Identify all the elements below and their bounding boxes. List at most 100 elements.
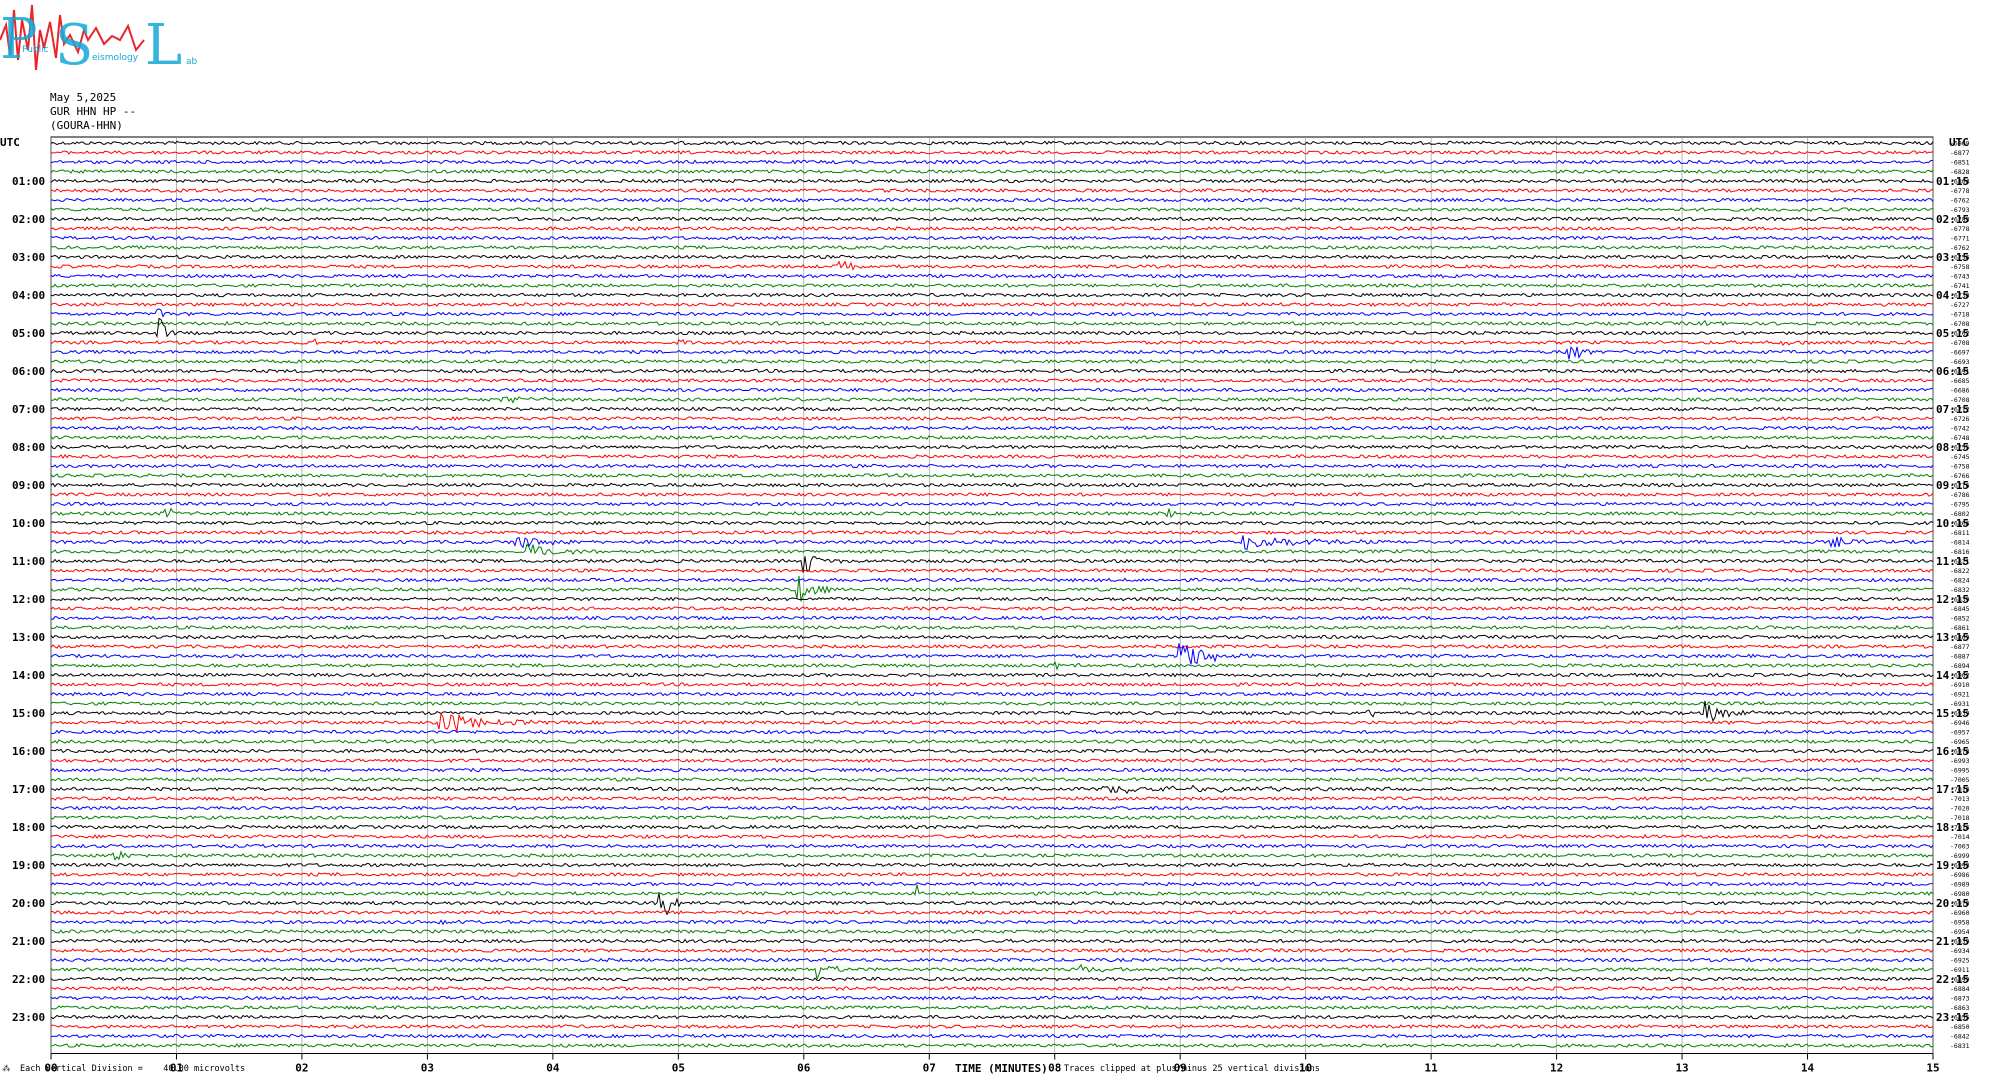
trace-offset-label: -6873 <box>1950 995 1970 1003</box>
trace-offset-label: -6909 <box>1950 140 1970 148</box>
trace-line <box>50 435 1934 440</box>
trace-offset-label: -6993 <box>1950 757 1970 765</box>
trace-offset-label: -7013 <box>1950 795 1970 803</box>
x-tick-label: 13 <box>1675 1062 1688 1075</box>
trace-line <box>50 872 1934 877</box>
trace-line <box>50 159 1934 165</box>
right-hour-label: 07:15 <box>1936 403 1969 416</box>
trace-line <box>50 535 1934 551</box>
trace-offset-label: -6762 <box>1950 197 1970 205</box>
left-hour-label: 19:00 <box>12 859 45 872</box>
trace-line <box>50 1033 1934 1039</box>
trace-line <box>50 140 1934 146</box>
trace-offset-label: -6989 <box>1950 881 1970 889</box>
left-hour-label: 15:00 <box>12 707 45 720</box>
trace-line <box>50 444 1934 450</box>
trace-offset-label: -6822 <box>1950 567 1970 575</box>
trace-offset-label: -6686 <box>1950 387 1970 395</box>
trace-line <box>50 758 1934 764</box>
trace-line <box>50 881 1934 887</box>
trace-line <box>50 805 1934 811</box>
trace-offset-label: -6960 <box>1950 909 1970 917</box>
trace-line <box>50 260 1934 271</box>
trace-line <box>50 368 1934 374</box>
x-tick-label: 12 <box>1550 1062 1563 1075</box>
trace-line <box>50 425 1934 431</box>
trace-line <box>50 691 1934 697</box>
trace-line <box>50 292 1934 298</box>
trace-offset-label: -6995 <box>1950 767 1970 775</box>
axis-labels: 00 01 02 03 04 05 06 07 08 09 10 11 12 13 14 15-6909-68… <box>12 140 1970 1075</box>
trace-offset-label: -7020 <box>1950 805 1970 813</box>
trace-line <box>50 929 1934 934</box>
left-hour-label: 03:00 <box>12 251 45 264</box>
right-hour-label: 12:15 <box>1936 593 1969 606</box>
trace-offset-label: -6925 <box>1950 957 1970 965</box>
trace-line <box>51 729 1934 735</box>
trace-line <box>50 957 1934 963</box>
left-hour-label: 11:00 <box>12 555 45 568</box>
x-tick-label: 02 <box>295 1062 308 1075</box>
trace-offset-label: -6851 <box>1950 159 1970 167</box>
helicorder-plot: 00 01 02 03 04 05 06 07 08 09 10 11 12 13 14 15-6909-68… <box>12 136 1970 1075</box>
trace-offset-label: -6726 <box>1950 415 1970 423</box>
trace-line <box>50 302 1934 307</box>
left-hour-label: 02:00 <box>12 213 45 226</box>
left-hour-label: 08:00 <box>12 441 45 454</box>
trace-line <box>50 319 1934 327</box>
right-hour-label: 03:15 <box>1936 251 1969 264</box>
trace-line <box>50 862 1934 868</box>
trace-offset-label: -6708 <box>1950 339 1970 347</box>
trace-offset-label: -6824 <box>1950 577 1970 585</box>
x-tick-label: 14 <box>1801 1062 1815 1075</box>
x-tick-label: 05 <box>672 1062 685 1075</box>
x-tick-label: 03 <box>421 1062 434 1075</box>
trace-line <box>50 359 1934 364</box>
right-hour-label: 23:15 <box>1936 1011 1969 1024</box>
trace-line <box>50 387 1934 393</box>
trace-line <box>50 986 1934 991</box>
trace-line <box>50 919 1934 926</box>
trace-line <box>50 226 1934 231</box>
trace-offset-label: -6831 <box>1950 1042 1970 1050</box>
trace-line <box>50 543 1934 556</box>
trace-line <box>50 235 1934 241</box>
trace-line <box>50 378 1934 384</box>
trace-offset-label: -6850 <box>1950 1023 1970 1031</box>
plot-frame <box>50 136 1934 1054</box>
left-hour-label: 06:00 <box>12 365 45 378</box>
left-hour-label: 07:00 <box>12 403 45 416</box>
left-hour-label: 17:00 <box>12 783 45 796</box>
trace-line <box>50 406 1934 412</box>
left-hour-label: 13:00 <box>12 631 45 644</box>
right-hour-label: 22:15 <box>1936 973 1969 986</box>
right-hour-label: 06:15 <box>1936 365 1969 378</box>
trace-line <box>50 283 1934 288</box>
left-hour-label: 14:00 <box>12 669 45 682</box>
trace-offset-label: -6910 <box>1950 681 1970 689</box>
trace-line <box>50 1014 1934 1020</box>
right-hour-label: 09:15 <box>1936 479 1969 492</box>
trace-offset-label: -6758 <box>1950 263 1970 271</box>
trace-line <box>50 963 1934 981</box>
right-hour-label: 11:15 <box>1936 555 1969 568</box>
footer-left-mark: ⁂ <box>2 1064 11 1074</box>
left-hour-label: 21:00 <box>12 935 45 948</box>
trace-offset-label: -6811 <box>1950 529 1970 537</box>
left-hour-label: 01:00 <box>12 175 45 188</box>
right-hour-label: 08:15 <box>1936 441 1969 454</box>
trace-offset-label: -6743 <box>1950 273 1970 281</box>
right-hour-label: 17:15 <box>1936 783 1969 796</box>
trace-line <box>50 850 1934 861</box>
left-hour-label: 04:00 <box>12 289 45 302</box>
clip-note: Traces clipped at plus/minus 25 vertical… <box>1064 1064 1320 1074</box>
seismic-traces <box>50 140 1934 1048</box>
right-hour-label: 13:15 <box>1936 631 1969 644</box>
trace-line <box>50 701 1934 706</box>
trace-line <box>50 338 1934 347</box>
trace-line <box>50 644 1934 649</box>
trace-line <box>50 530 1934 535</box>
trace-line <box>50 216 1934 222</box>
trace-line <box>50 1005 1934 1010</box>
trace-line <box>50 473 1934 478</box>
